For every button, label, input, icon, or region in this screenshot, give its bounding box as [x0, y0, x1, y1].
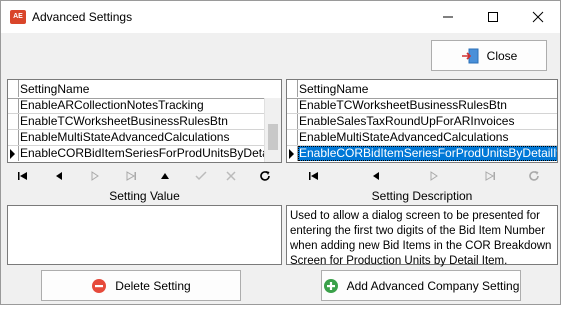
maximize-button[interactable] — [471, 1, 515, 33]
setting-name-cell[interactable]: EnableARCollectionNotesTracking — [19, 98, 204, 113]
left-grid-column-header[interactable]: SettingName — [20, 82, 89, 96]
nav-prior-button[interactable] — [51, 168, 67, 184]
prior-record-icon — [56, 172, 62, 180]
setting-name-cell[interactable]: EnableCORBidItemSeriesForProdUnitsByDeta… — [19, 146, 281, 161]
setting-name-cell[interactable]: EnableMultiStateAdvancedCalculations — [298, 130, 508, 145]
post-check-icon — [195, 171, 207, 181]
prior-record-icon — [373, 172, 379, 180]
row-header — [287, 114, 298, 129]
current-row-pointer-icon — [289, 149, 294, 159]
scrollbar-thumb[interactable] — [268, 124, 278, 150]
close-button-label: Close — [486, 48, 518, 63]
next-record-icon — [430, 171, 438, 181]
insert-record-icon — [161, 173, 169, 179]
row-header — [287, 146, 298, 161]
current-row-pointer-icon — [10, 149, 15, 159]
cancel-x-icon — [226, 171, 236, 181]
setting-description-label: Setting Description — [371, 189, 473, 203]
left-grid-header: SettingName — [8, 80, 281, 99]
nav-insert-button[interactable] — [157, 168, 173, 184]
right-grid-header: SettingName — [287, 80, 557, 99]
nav-last-button[interactable] — [482, 168, 498, 184]
row-header — [8, 130, 19, 145]
minimize-button[interactable] — [426, 1, 470, 33]
row-header — [8, 98, 19, 113]
row-header — [287, 130, 298, 145]
left-navigator — [7, 167, 282, 185]
add-plus-icon — [323, 278, 338, 293]
left-grid-header-corner — [8, 80, 19, 97]
setting-name-cell[interactable]: EnableSalesTaxRoundUpForARInvoices — [298, 114, 514, 129]
last-record-icon — [126, 171, 136, 181]
advanced-settings-window: AE Advanced Settings Close SettingName E… — [0, 0, 561, 305]
table-row[interactable]: EnableCORBidItemSeriesForProdUnitsByDeta… — [8, 146, 281, 162]
setting-value-field[interactable] — [7, 205, 282, 265]
row-header — [287, 98, 298, 113]
setting-value-label: Setting Value — [109, 189, 180, 203]
nav-refresh-button[interactable] — [257, 168, 273, 184]
nav-next-button[interactable] — [87, 168, 103, 184]
last-record-icon — [485, 171, 495, 181]
table-row[interactable]: EnableSalesTaxRoundUpForARInvoices — [287, 114, 557, 130]
nav-first-button[interactable] — [15, 168, 31, 184]
delete-minus-icon — [92, 278, 107, 293]
left-grid-scrollbar[interactable] — [264, 98, 281, 162]
app-icon: AE — [10, 10, 26, 24]
setting-description-field[interactable]: Used to allow a dialog screen to be pres… — [286, 205, 558, 267]
title-bar: AE Advanced Settings — [1, 1, 560, 33]
delete-setting-label: Delete Setting — [115, 278, 191, 293]
setting-name-cell[interactable]: EnableMultiStateAdvancedCalculations — [19, 130, 229, 145]
nav-refresh-button[interactable] — [526, 168, 542, 184]
refresh-icon — [529, 171, 539, 181]
minimize-icon — [443, 16, 453, 18]
table-row[interactable]: EnableTCWorksheetBusinessRulesBtn — [287, 98, 557, 114]
exit-door-icon — [461, 48, 479, 63]
nav-next-button[interactable] — [426, 168, 442, 184]
table-row[interactable]: EnableMultiStateAdvancedCalculations — [287, 130, 557, 146]
right-setting-grid[interactable]: SettingName EnableTCWorksheetBusinessRul… — [286, 79, 558, 163]
nav-cancel-button[interactable] — [223, 168, 239, 184]
left-setting-grid[interactable]: SettingName EnableARCollectionNotesTrack… — [7, 79, 282, 163]
table-row[interactable]: EnableMultiStateAdvancedCalculations — [8, 130, 266, 146]
add-advanced-company-setting-button[interactable]: Add Advanced Company Setting — [321, 270, 521, 301]
first-record-icon — [18, 172, 27, 180]
close-button[interactable]: Close — [431, 40, 547, 71]
right-navigator — [286, 167, 558, 185]
right-grid-header-corner — [287, 80, 298, 97]
first-record-icon — [309, 172, 318, 180]
setting-name-cell[interactable]: EnableTCWorksheetBusinessRulesBtn — [19, 114, 228, 129]
selected-setting-name-cell[interactable]: EnableCORBidItemSeriesForProdUnitsByDeta… — [298, 146, 557, 161]
close-icon — [532, 11, 544, 23]
row-header — [8, 146, 19, 161]
refresh-icon — [260, 171, 270, 181]
nav-last-button[interactable] — [123, 168, 139, 184]
row-header — [8, 114, 19, 129]
table-row[interactable]: EnableARCollectionNotesTracking — [8, 98, 266, 114]
setting-name-cell[interactable]: EnableTCWorksheetBusinessRulesBtn — [298, 98, 507, 113]
table-row[interactable]: EnableTCWorksheetBusinessRulesBtn — [8, 114, 266, 130]
table-row[interactable]: EnableCORBidItemSeriesForProdUnitsByDeta… — [287, 146, 557, 162]
delete-setting-button[interactable]: Delete Setting — [41, 270, 241, 301]
add-advanced-company-setting-label: Add Advanced Company Setting — [346, 278, 520, 293]
nav-prior-button[interactable] — [368, 168, 384, 184]
window-title: Advanced Settings — [32, 10, 133, 24]
window-close-button[interactable] — [516, 1, 560, 33]
next-record-icon — [91, 171, 99, 181]
nav-first-button[interactable] — [306, 168, 322, 184]
right-grid-column-header[interactable]: SettingName — [299, 82, 368, 96]
nav-post-button[interactable] — [193, 168, 209, 184]
maximize-icon — [488, 12, 498, 22]
